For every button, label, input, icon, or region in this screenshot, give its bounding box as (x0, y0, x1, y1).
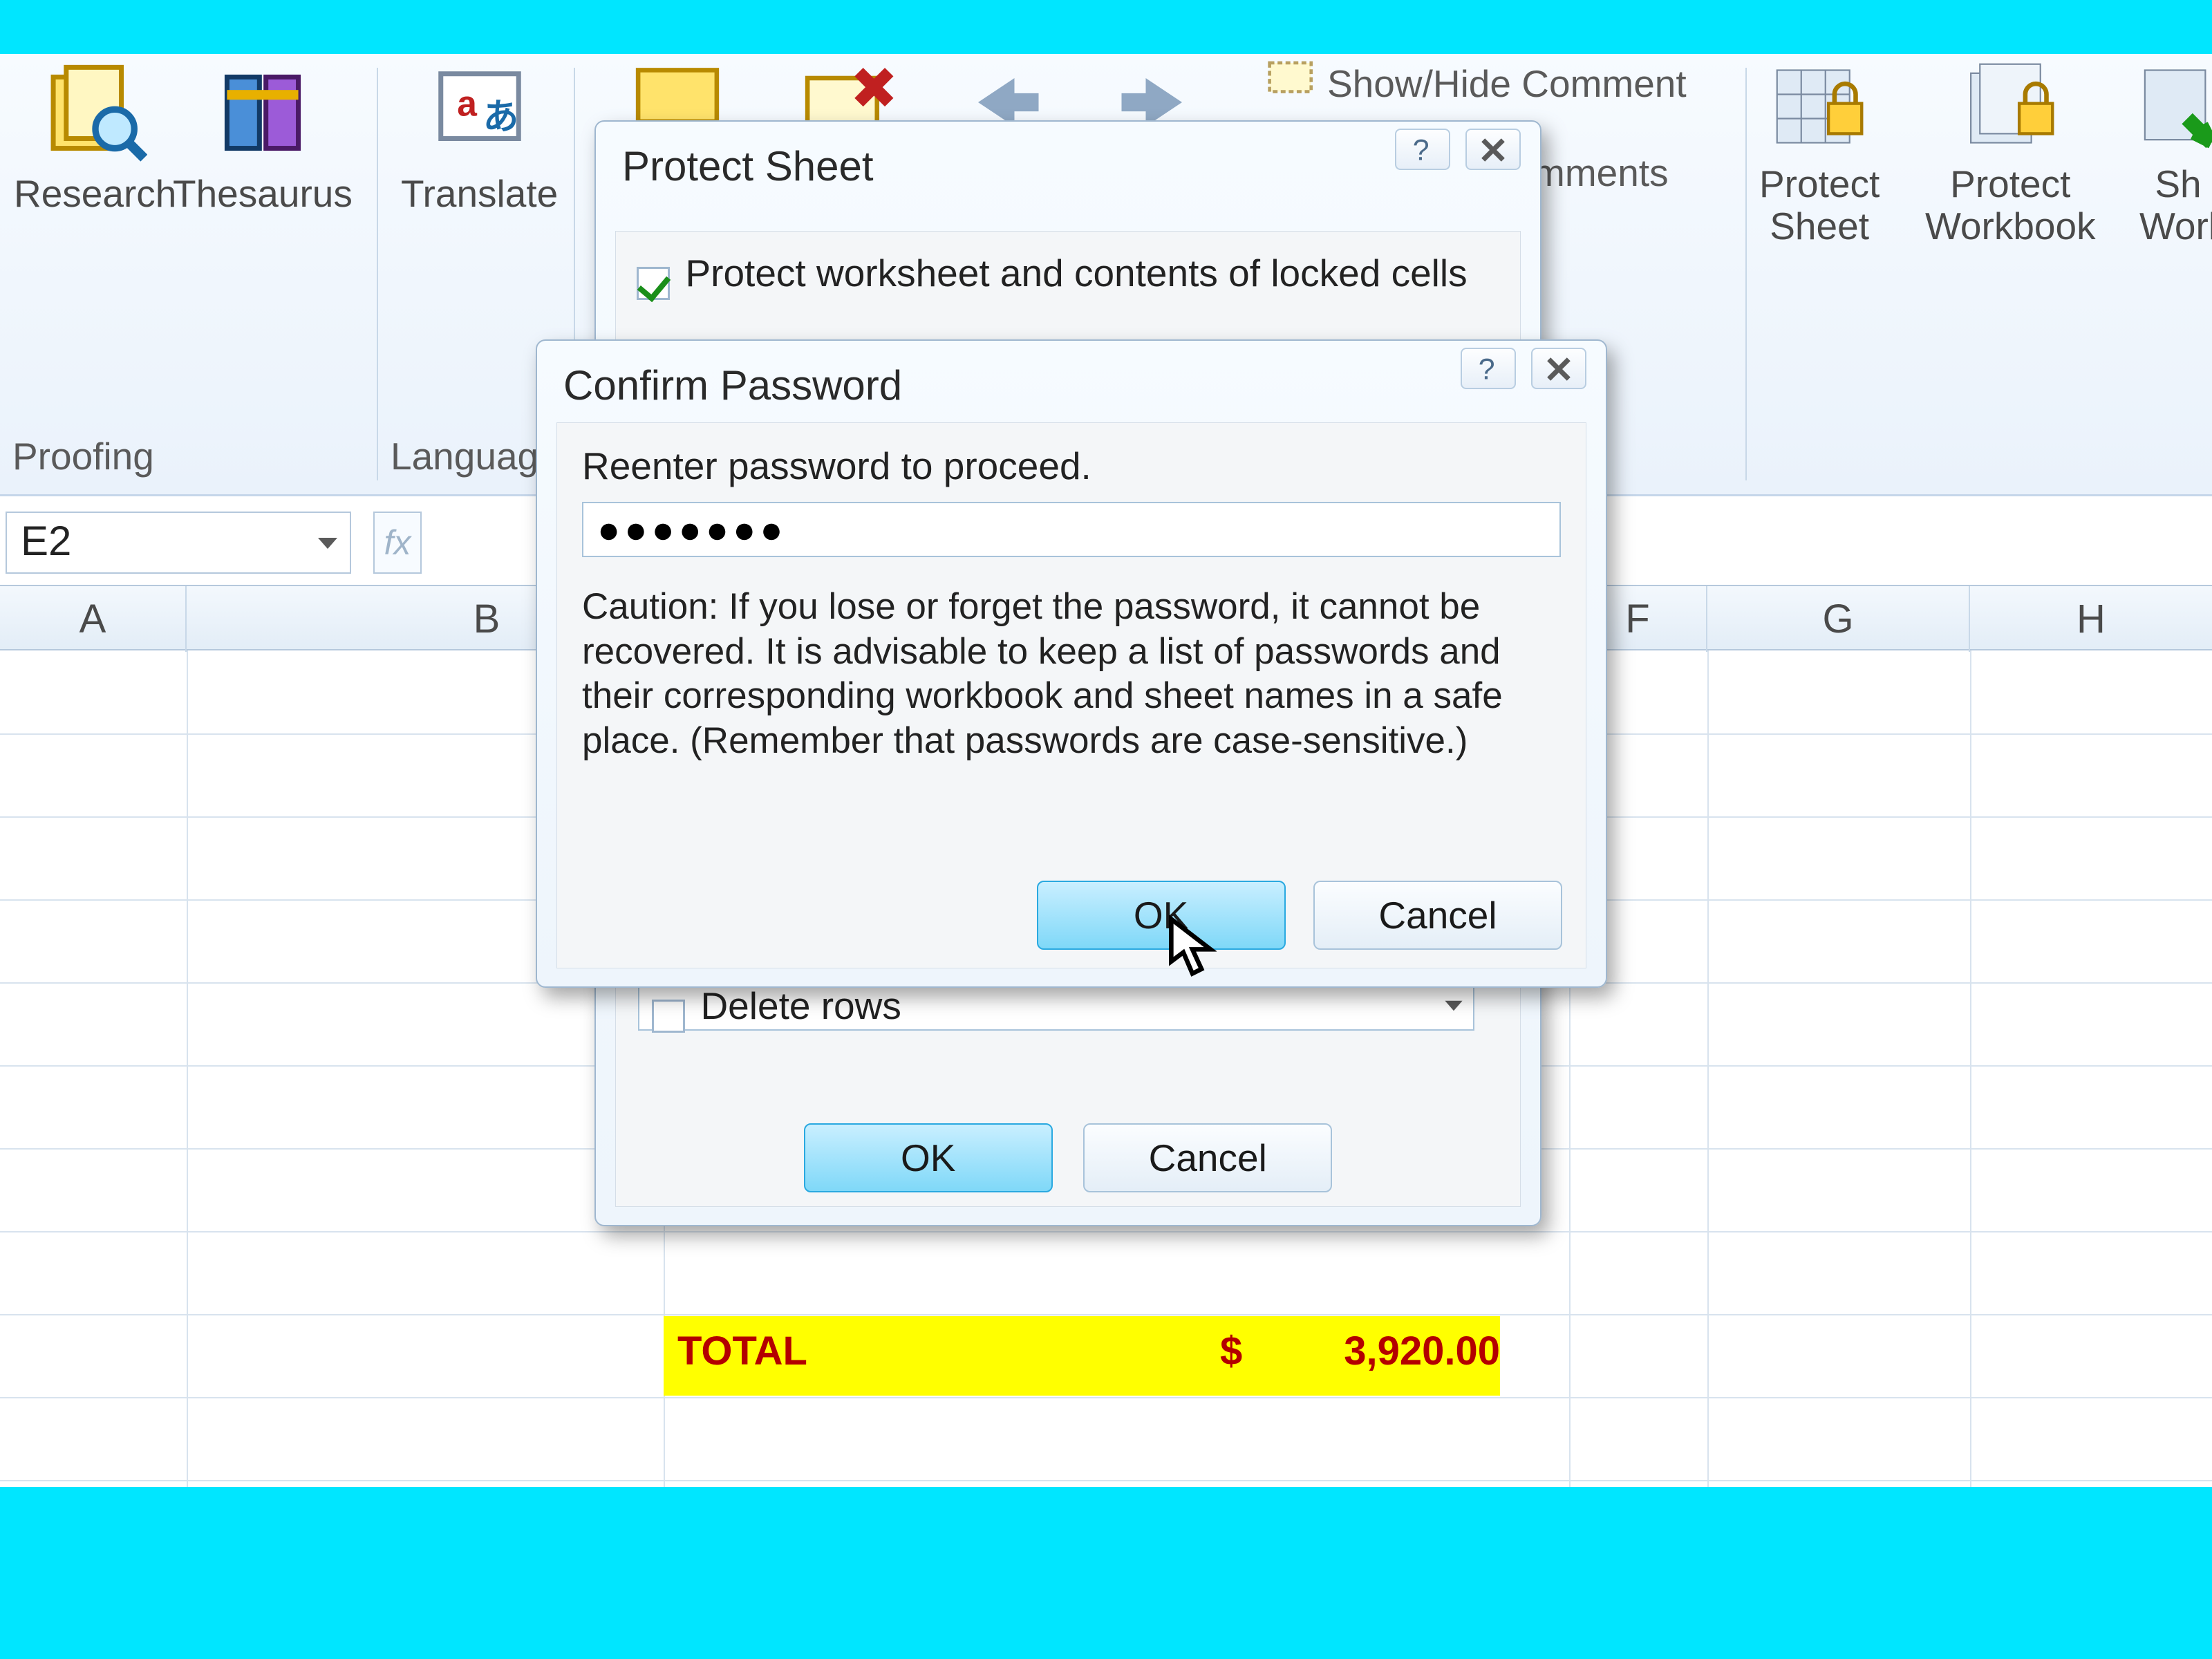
help-icon: ? (1407, 133, 1438, 167)
translate-label: Translate (401, 173, 558, 215)
show-hide-comment-label: Show/Hide Comment (1327, 62, 1687, 106)
dropdown-icon[interactable] (314, 529, 341, 557)
confirm-cancel-button[interactable]: Cancel (1313, 881, 1562, 950)
protect-sheet-icon (1771, 58, 1868, 155)
comment-icon (1266, 59, 1318, 108)
name-box[interactable] (6, 512, 351, 574)
confirm-prompt: Reenter password to proceed. (582, 444, 1561, 488)
confirm-caution-text: Caution: If you lose or forget the passw… (582, 585, 1561, 764)
share-workbook-icon (2140, 58, 2212, 155)
protect-contents-label: Protect worksheet and contents of locked… (685, 252, 1467, 294)
protect-contents-checkbox[interactable] (637, 267, 670, 300)
translate-button[interactable]: a あ Translate (401, 61, 558, 215)
protect-workbook-icon (1962, 58, 2059, 155)
col-G[interactable]: G (1707, 586, 1970, 652)
protect-workbook-button[interactable]: Protect Workbook (1925, 58, 2096, 247)
research-icon (44, 61, 147, 165)
scroll-down-icon[interactable] (1441, 993, 1466, 1018)
protect-workbook-label: Protect Workbook (1925, 163, 2096, 247)
close-button[interactable] (1465, 129, 1521, 170)
protect-sheet-title: Protect Sheet (622, 142, 874, 190)
close-icon (1478, 133, 1508, 167)
total-label: TOTAL (677, 1328, 885, 1374)
share-workbook-label: Sh Worl (2139, 163, 2212, 247)
group-language-label: Language (391, 434, 560, 478)
total-currency: $ (1220, 1328, 1255, 1374)
mouse-cursor-icon (1168, 915, 1217, 977)
close-icon (1544, 352, 1574, 386)
protect-ok-button[interactable]: OK (804, 1123, 1053, 1192)
svg-text:a: a (457, 84, 477, 124)
confirm-password-input[interactable] (582, 502, 1561, 557)
translate-icon: a あ (428, 61, 532, 165)
help-button[interactable]: ? (1395, 129, 1450, 170)
research-button[interactable]: Research (14, 61, 176, 215)
svg-text:?: ? (1413, 133, 1430, 167)
protect-sheet-label: Protect Sheet (1759, 163, 1880, 247)
svg-text:あ: あ (482, 96, 518, 136)
confirm-password-title: Confirm Password (563, 362, 902, 409)
thesaurus-button[interactable]: Thesaurus (173, 61, 353, 215)
show-hide-comment-button[interactable]: Show/Hide Comment (1266, 59, 1687, 108)
confirm-password-dialog: Confirm Password ? Reenter password to p… (536, 339, 1607, 988)
svg-text:?: ? (1479, 353, 1495, 386)
name-box-input[interactable] (7, 513, 270, 569)
show-all-comments-cut[interactable]: mments (1533, 151, 1669, 195)
close-button[interactable] (1531, 348, 1586, 389)
thesaurus-icon (211, 61, 315, 165)
total-value: 3,920.00 (1293, 1328, 1500, 1374)
col-H[interactable]: H (1970, 586, 2212, 652)
fx-button[interactable]: fx (373, 512, 422, 574)
group-proofing-label: Proofing (12, 434, 154, 478)
col-A[interactable]: A (0, 586, 187, 652)
delete-rows-label: Delete rows (700, 984, 901, 1027)
ribbon-separator (377, 68, 378, 480)
share-workbook-button-cut[interactable]: Sh Worl (2139, 58, 2212, 247)
delete-rows-checkbox[interactable] (652, 1000, 685, 1033)
ribbon-separator (1745, 68, 1747, 480)
help-button[interactable]: ? (1461, 348, 1516, 389)
protect-cancel-button[interactable]: Cancel (1083, 1123, 1332, 1192)
confirm-ok-button[interactable]: OK (1037, 881, 1286, 950)
thesaurus-label: Thesaurus (173, 173, 353, 215)
protect-sheet-button[interactable]: Protect Sheet (1759, 58, 1880, 247)
help-icon: ? (1473, 352, 1503, 386)
research-label: Research (14, 173, 176, 215)
excel-window-frame: Research Thesaurus a あ Translate (0, 54, 2212, 1487)
